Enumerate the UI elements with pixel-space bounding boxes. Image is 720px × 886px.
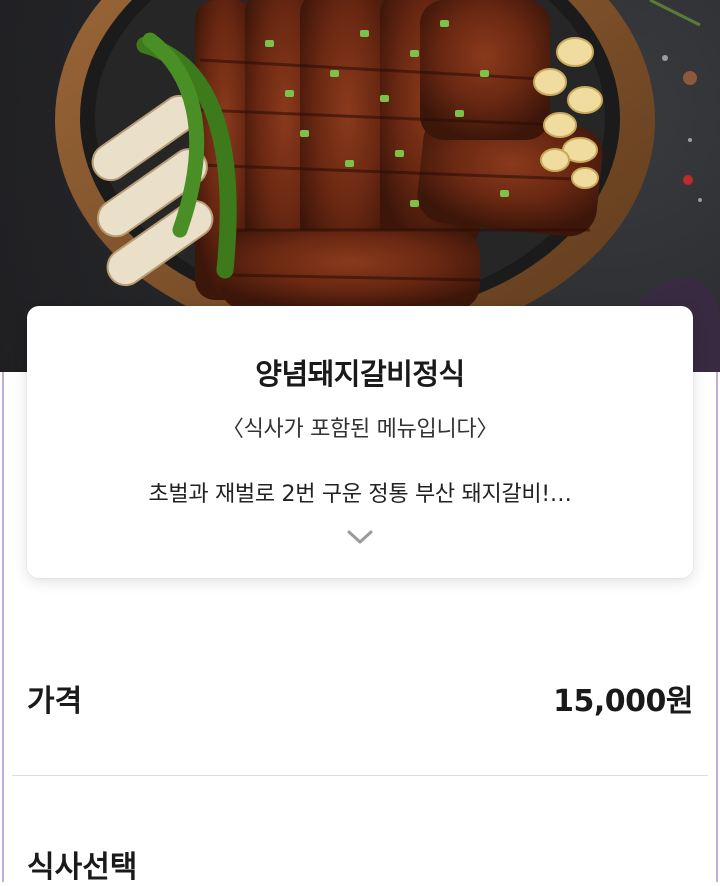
left-accent-line	[2, 372, 4, 882]
price-label: 가격	[27, 684, 83, 719]
menu-info-card: 양념돼지갈비정식 〈식사가 포함된 메뉴입니다〉 초벌과 재벌로 2번 구운 정…	[27, 306, 693, 578]
price-row: 가격 15,000원	[27, 660, 693, 730]
expand-description-button[interactable]	[345, 526, 375, 548]
menu-note: 〈식사가 포함된 메뉴입니다〉	[221, 417, 499, 442]
meal-select-title: 식사선택	[27, 850, 138, 885]
menu-description: 초벌과 재벌로 2번 구운 정통 부산 돼지갈비!…	[148, 482, 572, 507]
chevron-down-icon	[347, 530, 373, 544]
price-value: 15,000원	[553, 684, 693, 719]
right-accent-line	[716, 372, 718, 882]
menu-name: 양념돼지갈비정식	[255, 357, 465, 391]
section-divider	[12, 775, 708, 776]
